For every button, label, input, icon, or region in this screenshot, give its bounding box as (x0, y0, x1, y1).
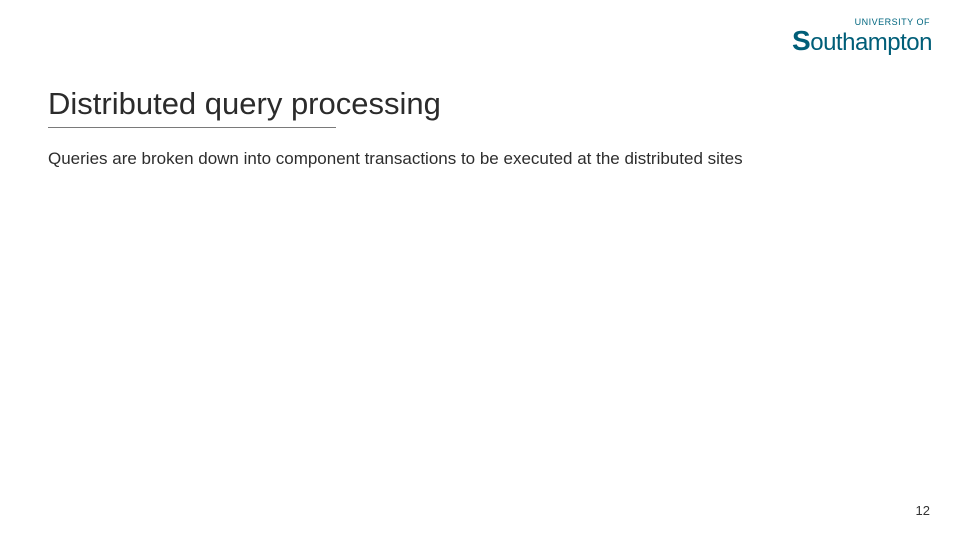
university-logo: UNIVERSITY OF Southampton (792, 18, 932, 55)
logo-rest: outhampton (810, 29, 932, 56)
body-text: Queries are broken down into component t… (48, 148, 808, 169)
page-number: 12 (916, 503, 930, 518)
logo-main: Southampton (792, 27, 932, 55)
logo-top-line: UNIVERSITY OF (792, 18, 932, 27)
logo-s-letter: S (792, 25, 810, 56)
slide: UNIVERSITY OF Southampton Distributed qu… (0, 0, 960, 540)
slide-title: Distributed query processing (48, 86, 441, 122)
title-underline (48, 127, 336, 128)
